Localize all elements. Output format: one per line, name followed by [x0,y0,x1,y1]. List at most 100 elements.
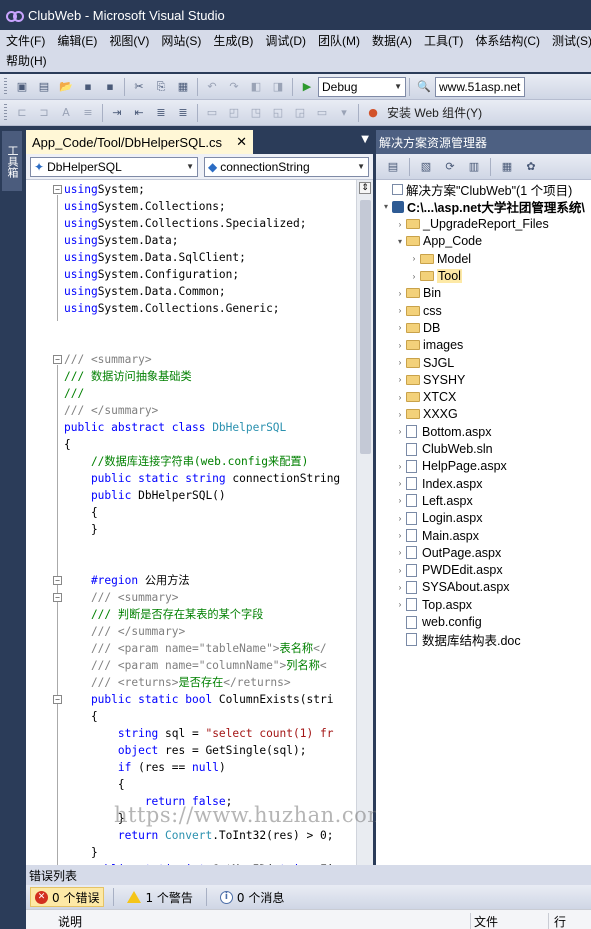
code-line[interactable]: /// <summary> [64,351,152,368]
collapsed-arrow-icon[interactable]: › [394,358,406,367]
code-line[interactable]: /// </summary> [64,623,185,640]
code-line[interactable]: /// 数据访问抽象基础类 [64,368,192,385]
code-line[interactable]: } [64,844,98,861]
warnings-filter-button[interactable]: 1 个警告 [123,887,196,907]
font-icon[interactable]: A [57,104,75,122]
collapsed-arrow-icon[interactable]: › [394,375,406,384]
toolbar-options-icon[interactable]: ▾ [335,104,353,122]
code-line[interactable]: public abstract class DbHelperSQL [64,419,286,436]
code-line[interactable]: object res = GetSingle(sql); [64,742,307,759]
tree-node[interactable]: ▾ C:\...\asp.net大学社团管理系统\ [380,198,585,215]
collapse-icon[interactable]: − [53,355,62,364]
collapse-icon[interactable]: − [53,185,62,194]
collapsed-arrow-icon[interactable]: › [394,531,406,540]
next-bookmark-icon[interactable]: ◳ [247,104,265,122]
tree-node[interactable]: › SYSAbout.aspx [394,579,510,596]
tree-node[interactable]: 解决方案"ClubWeb"(1 个项目) [380,181,572,198]
refresh-icon[interactable]: ⟳ [441,158,459,176]
prev-bookmark-icon[interactable]: ◰ [225,104,243,122]
code-line[interactable]: { [64,708,98,725]
errors-filter-button[interactable]: ✕ 0 个错误 [30,887,105,907]
code-line[interactable]: usingSystem.Collections.Generic; [64,300,280,317]
code-line[interactable]: #region 公用方法 [64,572,190,589]
tree-node[interactable]: › Bin [394,285,441,302]
navigate-forward-icon[interactable]: ◨ [269,78,287,96]
collapse-icon[interactable]: − [53,695,62,704]
column-file[interactable]: 文件 [474,913,498,929]
navigate-back-icon[interactable]: ◧ [247,78,265,96]
collapsed-arrow-icon[interactable]: › [394,289,406,298]
tree-node[interactable]: › XXXG [394,406,458,423]
undo-icon[interactable]: ↶ [203,78,221,96]
menu-item[interactable]: 团队(M) [312,32,366,49]
add-item-icon[interactable]: ▤ [35,78,53,96]
collapsed-arrow-icon[interactable]: › [394,566,406,575]
splitter-icon[interactable]: ⇕ [359,182,371,194]
code-line[interactable]: /// [64,385,84,402]
code-line[interactable]: usingSystem.Collections; [64,198,226,215]
code-line[interactable]: usingSystem.Data.SqlClient; [64,249,246,266]
tree-node[interactable]: › Login.aspx [394,510,483,527]
align-center-icon[interactable]: ⊐ [35,104,53,122]
properties-icon[interactable]: ▤ [384,158,402,176]
toolbar-grip[interactable] [4,77,7,96]
next-bookmark-folder-icon[interactable]: ▭ [313,104,331,122]
code-line[interactable]: public DbHelperSQL() [64,487,226,504]
code-area[interactable]: usingSystem; usingSystem.Collections; usin… [26,180,356,865]
code-line[interactable]: return Convert.ToInt32(res) > 0; [64,827,334,844]
clear-bookmarks-icon[interactable]: ◱ [269,104,287,122]
collapse-icon[interactable]: − [53,576,62,585]
code-line[interactable]: string sql = "select count(1) fr [64,725,334,742]
copy-icon[interactable]: ⎘ [152,78,170,96]
start-debugging-icon[interactable]: ▶ [298,78,316,96]
align-left-icon[interactable]: ⊏ [13,104,31,122]
code-line[interactable]: { [64,776,125,793]
code-line[interactable]: /// <summary> [64,589,179,606]
collapsed-arrow-icon[interactable]: › [394,427,406,436]
code-line[interactable]: { [64,504,98,521]
code-line[interactable]: { [64,436,71,453]
outdent-icon[interactable]: ⇤ [130,104,148,122]
collapsed-arrow-icon[interactable]: › [394,393,406,402]
tree-node[interactable]: › Tool [408,268,462,285]
comment-icon[interactable]: ≣ [152,104,170,122]
tree-node[interactable]: › HelpPage.aspx [394,458,507,475]
code-line[interactable]: /// <param name="tableName">表名称</ [64,640,327,657]
tree-node[interactable]: 数据库结构表.doc [394,631,521,648]
format-icon[interactable]: ≡ [79,104,97,122]
code-line[interactable]: usingSystem.Data.Common; [64,283,226,300]
open-file-icon[interactable]: 📂 [57,78,75,96]
collapsed-arrow-icon[interactable]: › [394,220,406,229]
tree-node[interactable]: › Model [408,250,471,267]
collapsed-arrow-icon[interactable]: › [394,514,406,523]
close-icon[interactable]: ✕ [236,134,247,150]
tree-node[interactable]: › _UpgradeReport_Files [394,216,549,233]
collapsed-arrow-icon[interactable]: › [408,254,420,263]
cut-icon[interactable]: ✂ [130,78,148,96]
tree-node[interactable]: web.config [394,614,482,631]
collapsed-arrow-icon[interactable]: › [394,341,406,350]
menu-item[interactable]: 体系结构(C) [469,32,546,49]
find-in-files-icon[interactable]: 🔍 [415,78,433,96]
menu-help[interactable]: 帮助(H) [0,52,53,69]
code-line[interactable]: } [64,521,98,538]
tree-node[interactable]: › DB [394,319,441,336]
paste-icon[interactable]: ▦ [174,78,192,96]
tree-node[interactable]: › XTCX [394,389,457,406]
collapsed-arrow-icon[interactable]: › [394,410,406,419]
collapsed-arrow-icon[interactable]: › [394,306,406,315]
bookmark-icon[interactable]: ▭ [203,104,221,122]
code-line[interactable]: public static string connectionString [64,470,340,487]
prev-bookmark-folder-icon[interactable]: ◲ [291,104,309,122]
code-line[interactable]: usingSystem.Data; [64,232,179,249]
toolbar-grip[interactable] [4,103,7,122]
tree-node[interactable]: › Bottom.aspx [394,423,492,440]
menu-item[interactable]: 视图(V) [103,32,155,49]
code-line[interactable]: usingSystem.Collections.Specialized; [64,215,307,232]
code-line[interactable]: if (res == null) [64,759,226,776]
collapsed-arrow-icon[interactable]: › [394,479,406,488]
menu-item[interactable]: 调试(D) [259,32,312,49]
code-line[interactable]: usingSystem.Configuration; [64,266,239,283]
member-combo[interactable]: ◆ connectionString ▼ [204,156,369,177]
collapsed-arrow-icon[interactable]: › [394,548,406,557]
